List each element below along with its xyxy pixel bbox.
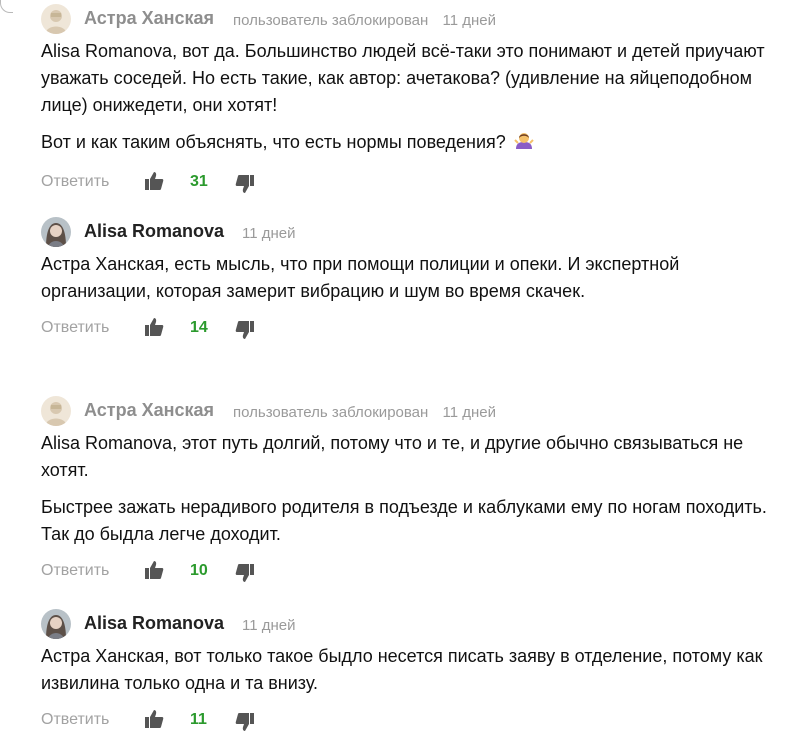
like-count: 11: [190, 711, 207, 728]
like-icon[interactable]: [144, 317, 166, 339]
dislike-icon[interactable]: [235, 712, 257, 734]
reply-button[interactable]: Ответить: [41, 711, 109, 729]
author-name[interactable]: Астра Ханская: [84, 8, 214, 29]
comment-paragraph-text: Вот и как таким объяснять, что есть норм…: [41, 132, 506, 152]
comment-header: Alisa Romanova 11 дней: [41, 607, 781, 639]
placeholder-avatar-icon[interactable]: [41, 4, 71, 34]
comment-body: Астра Ханская, вот только такое быдло не…: [41, 643, 781, 697]
thread-connector-line: [0, 0, 13, 13]
comment-paragraph: Быстрее зажать нерадивого родителя в под…: [41, 497, 767, 544]
placeholder-avatar-icon[interactable]: [41, 396, 71, 426]
comment-actions: Ответить 11: [41, 707, 781, 735]
comment-paragraph: Вот и как таким объяснять, что есть норм…: [41, 129, 781, 159]
blocked-status: пользователь заблокирован: [233, 404, 429, 421]
author-name[interactable]: Alisa Romanova: [84, 613, 224, 634]
reply-button[interactable]: Ответить: [41, 319, 109, 337]
dislike-icon[interactable]: [235, 563, 257, 585]
comment-time: 11 дней: [442, 404, 496, 421]
comment-body: Alisa Romanova, этот путь долгий, потому…: [41, 430, 781, 548]
comment-meta: пользователь заблокирован 11 дней: [233, 12, 496, 29]
comment-header: Астра Ханская пользователь заблокирован …: [41, 2, 781, 34]
photo-avatar-icon[interactable]: [41, 217, 71, 247]
woman-shrugging-icon: [514, 131, 534, 159]
comment-body: Alisa Romanova, вот да. Большинство люде…: [41, 38, 781, 159]
comment-header: Alisa Romanova 11 дней: [41, 215, 781, 247]
comment-meta: пользователь заблокирован 11 дней: [233, 404, 496, 421]
like-icon[interactable]: [144, 560, 166, 582]
dislike-icon[interactable]: [235, 174, 257, 196]
photo-avatar-icon[interactable]: [41, 609, 71, 639]
like-count: 14: [190, 319, 208, 336]
comment-time: 11 дней: [242, 225, 296, 242]
dislike-icon[interactable]: [235, 320, 257, 342]
author-name[interactable]: Alisa Romanova: [84, 221, 224, 242]
comment-time: 11 дней: [442, 12, 496, 29]
comment: Астра Ханская пользователь заблокирован …: [41, 2, 781, 197]
comment-body: Астра Ханская, есть мысль, что при помощ…: [41, 251, 781, 305]
comment-paragraph: Alisa Romanova, вот да. Большинство люде…: [41, 41, 765, 115]
like-icon[interactable]: [144, 171, 166, 193]
comment-paragraph: Alisa Romanova, этот путь долгий, потому…: [41, 433, 744, 480]
like-count: 10: [190, 562, 208, 579]
comment-actions: Ответить 10: [41, 558, 781, 586]
comment-meta: 11 дней: [242, 225, 296, 242]
comment-meta: 11 дней: [242, 617, 296, 634]
comment: Alisa Romanova 11 дней Астра Ханская, ес…: [41, 215, 781, 343]
author-name[interactable]: Астра Ханская: [84, 400, 214, 421]
reply-button[interactable]: Ответить: [41, 562, 109, 580]
comment-header: Астра Ханская пользователь заблокирован …: [41, 394, 781, 426]
comment-actions: Ответить 14: [41, 315, 781, 343]
comment-actions: Ответить 31: [41, 169, 781, 197]
comment-time: 11 дней: [242, 617, 296, 634]
comment: Alisa Romanova 11 дней Астра Ханская, во…: [41, 607, 781, 735]
comment: Астра Ханская пользователь заблокирован …: [41, 394, 781, 586]
comment-paragraph: Астра Ханская, вот только такое быдло не…: [41, 646, 763, 693]
like-count: 31: [190, 173, 208, 190]
comment-paragraph: Астра Ханская, есть мысль, что при помощ…: [41, 254, 680, 301]
reply-button[interactable]: Ответить: [41, 173, 109, 191]
like-icon[interactable]: [144, 709, 166, 731]
blocked-status: пользователь заблокирован: [233, 12, 429, 29]
